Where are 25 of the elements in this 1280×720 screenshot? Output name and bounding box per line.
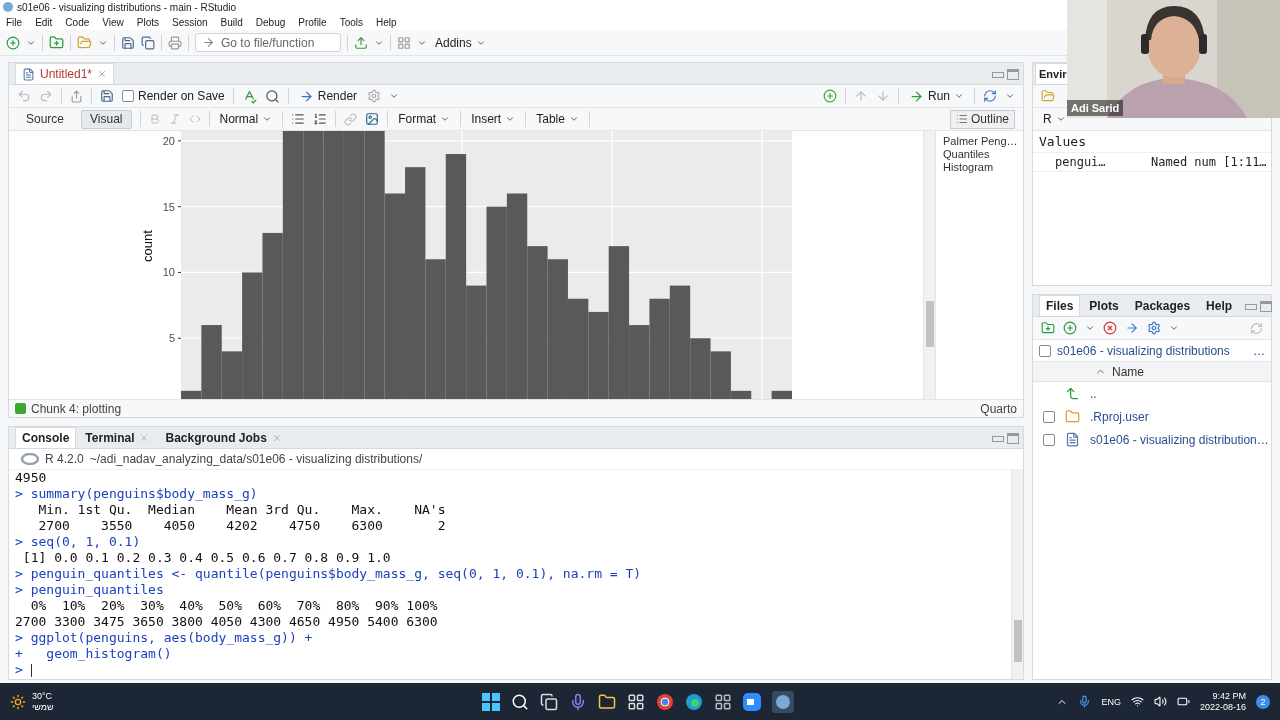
console-line: > seq(0, 1, 0.1) xyxy=(15,534,142,550)
axis-tick-label: 15 xyxy=(162,200,175,213)
axis-title: count xyxy=(140,230,155,263)
console-line: 4950 xyxy=(15,470,48,486)
console-line: 2700 3550 4050 4202 4750 6300 2 xyxy=(37,518,447,534)
console-line: 2700 3300 3475 3650 3800 4050 4300 4650 4950 5400 6300 xyxy=(15,614,439,630)
weather-text: שמשי xyxy=(32,701,54,713)
axis-tick-label: 20 xyxy=(162,134,175,147)
console-line: + geom_histogram() xyxy=(15,646,173,662)
axis-tick-label: 5 xyxy=(168,332,175,345)
console-line: > summary(penguins$body_mass_g) xyxy=(15,486,259,502)
console-line: [1] 0.0 0.1 0.2 0.3 0.4 0.5 0.6 0.7 0.8 0.9 1.0 xyxy=(21,550,392,566)
temperature: 30°C xyxy=(32,690,54,702)
console-line: Min. 1st Qu. Median Mean 3rd Qu. Max. NA's xyxy=(37,502,447,518)
console-line: > penguin_quantiles xyxy=(15,582,165,598)
console-line: > ggplot(penguins, aes(body_mass_g)) + xyxy=(15,630,314,646)
window-title: s01e06 - visualizing distributions - main - RStudio xyxy=(17,1,236,13)
r-version: R 4.2.0 xyxy=(45,452,84,466)
participant-name: Adi Sarid xyxy=(1067,100,1124,116)
console-line: > xyxy=(15,662,1005,678)
section-header: Values xyxy=(1033,131,1271,153)
variable-value: Named num [1:11… xyxy=(1150,155,1267,169)
console-line: > penguin_quantiles <- quantile(penguins$body_mass_g, seq(0, 1, 0.1), na.rm = T) xyxy=(15,566,643,582)
axis-tick-label: 10 xyxy=(162,266,175,279)
console-line: 0% 10% 20% 30% 40% 50% 60% 70% 80% 90% 100% xyxy=(29,598,439,614)
